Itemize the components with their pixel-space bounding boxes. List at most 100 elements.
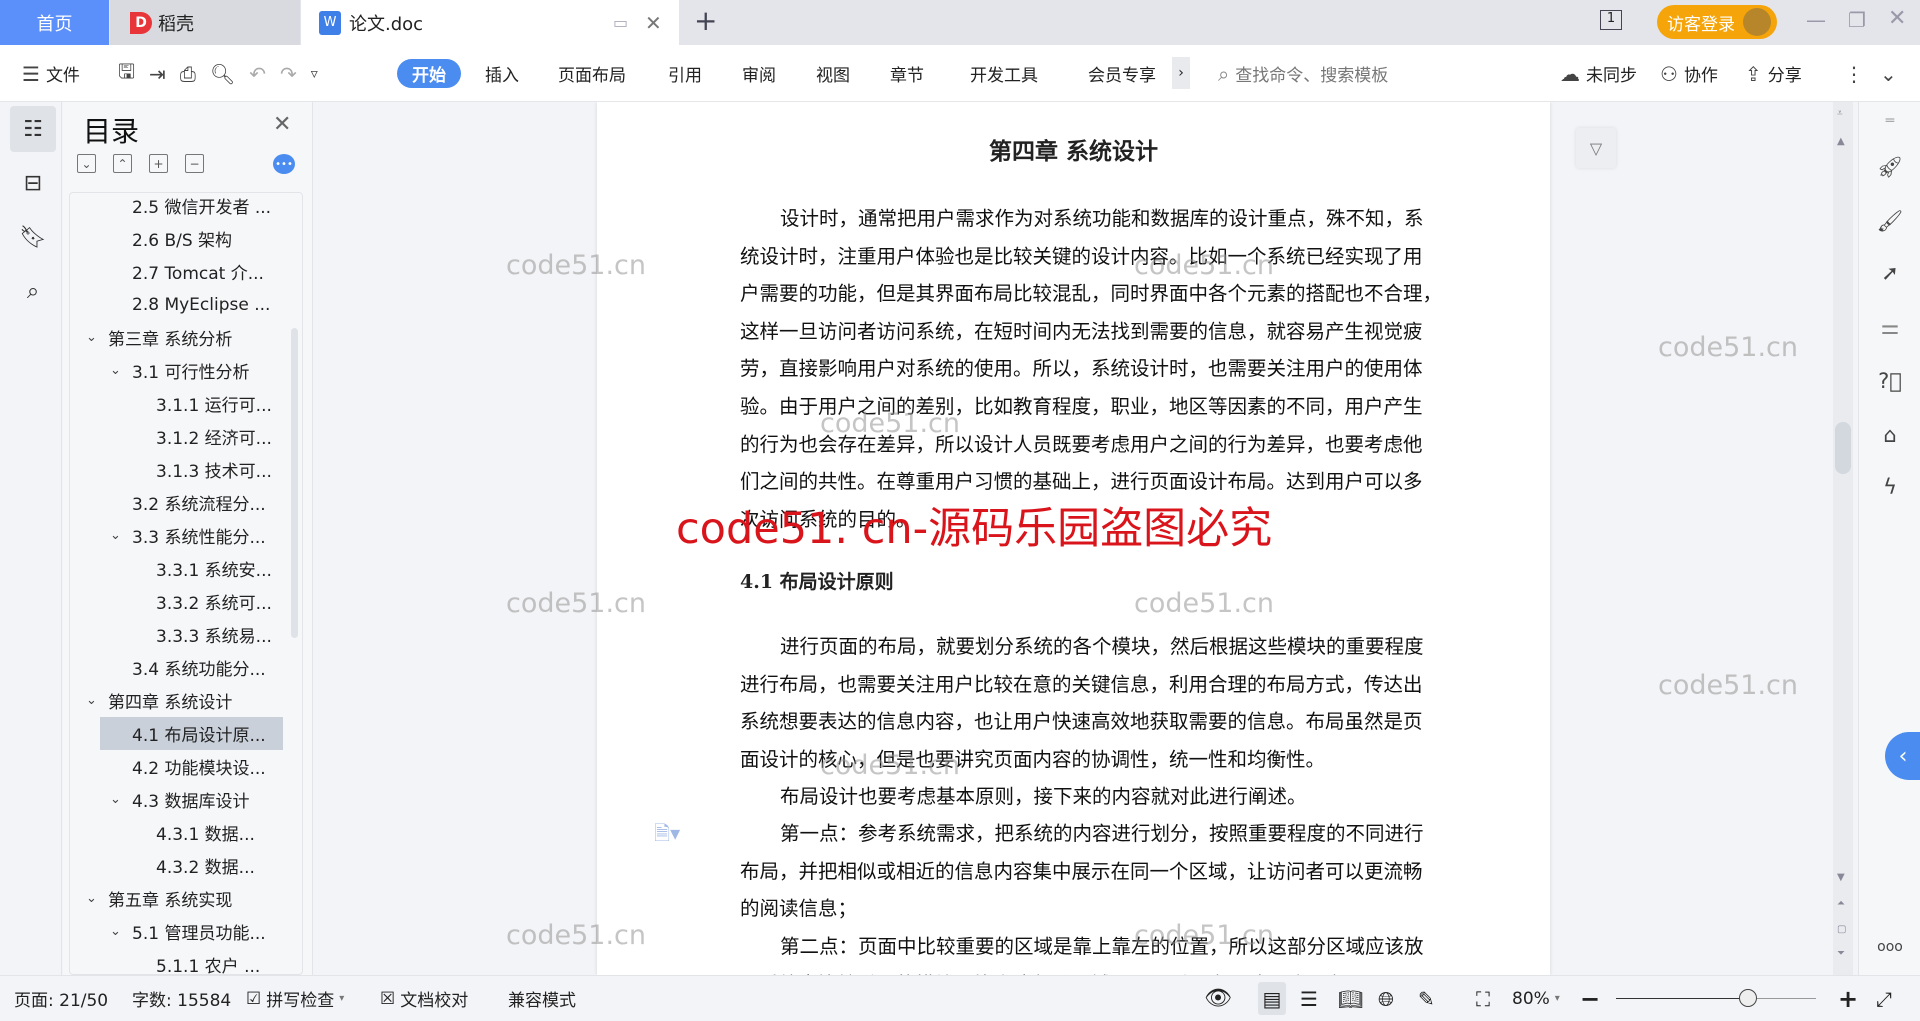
rocket-icon[interactable]: 🚀︎	[1875, 152, 1905, 182]
toc-item[interactable]: 5.1.1 农户 ...	[70, 948, 300, 974]
tab-daoke[interactable]: D 稻壳	[110, 0, 300, 45]
toc-item[interactable]: ⌄ 第四章 系统设计	[70, 684, 300, 717]
chevron-down-icon[interactable]: ⌄	[110, 792, 121, 807]
cursor-icon[interactable]: ➚	[1875, 258, 1905, 288]
scroll-down-icon[interactable]: ▼	[1837, 872, 1845, 883]
toc-item[interactable]: 3.1.1 运行可...	[70, 387, 300, 420]
toc-item[interactable]: 3.4 系统功能分...	[70, 651, 300, 684]
new-tab-button[interactable]: +	[694, 4, 717, 37]
tab-member[interactable]: 会员专享	[1088, 45, 1156, 102]
navigation-pane-icon[interactable]: ⊟	[10, 160, 56, 206]
outline-view-icon[interactable]: ☰	[1300, 976, 1318, 1021]
pin-window-icon[interactable]: ▭	[613, 13, 628, 32]
web-view-icon[interactable]: 🌐︎	[1378, 976, 1394, 1021]
tab-developer[interactable]: 开发工具	[970, 45, 1038, 102]
toc-item[interactable]: ⌄ 5.1 管理员功能...	[70, 915, 300, 948]
undo-icon[interactable]: ↶	[249, 62, 266, 86]
command-search-input[interactable]: ⌕ 查找命令、搜索模板	[1218, 45, 1388, 102]
close-icon[interactable]: ✕	[273, 112, 291, 137]
drag-handle-icon[interactable]: ═	[1875, 106, 1905, 136]
help-icon[interactable]: ?⃝	[1875, 366, 1905, 396]
chevron-down-icon[interactable]: ⌄	[110, 924, 121, 939]
toc-item[interactable]: ⌄ 4.3 数据库设计	[70, 783, 300, 816]
toc-item[interactable]: 4.3.1 数据...	[70, 816, 300, 849]
toc-item[interactable]: 2.6 B/S 架构	[70, 222, 300, 255]
zoom-dropdown[interactable]: 80% ▾	[1512, 976, 1560, 1021]
redo-icon[interactable]: ↷	[280, 62, 297, 86]
toc-item[interactable]: 3.2 系统流程分...	[70, 486, 300, 519]
vertical-scrollbar[interactable]: ⩡ ▲ ▼ ⏶ ▢ ⏷	[1833, 102, 1853, 975]
scrollbar-thumb[interactable]	[1835, 422, 1851, 474]
proofread-button[interactable]: ☒ 文档校对	[380, 976, 468, 1021]
tab-chapter[interactable]: 章节	[890, 45, 924, 102]
tab-references[interactable]: 引用	[668, 45, 702, 102]
select-browse-icon[interactable]: ▢	[1837, 924, 1846, 935]
tab-home[interactable]: 首页	[0, 0, 109, 45]
toc-item[interactable]: 4.2 功能模块设...	[70, 750, 300, 783]
toc-item[interactable]: 2.7 Tomcat 介...	[70, 255, 300, 288]
print-preview-icon[interactable]: 🔍︎	[210, 62, 235, 86]
brush-icon[interactable]: 🖌︎	[1875, 206, 1905, 236]
expand-panel-button[interactable]: ‹	[1885, 732, 1920, 780]
chevron-down-icon[interactable]: ⌄	[110, 528, 121, 543]
zoom-slider-handle[interactable]	[1739, 989, 1758, 1007]
chevron-down-icon[interactable]: ⌄	[86, 891, 97, 906]
page-view-icon[interactable]: ▤	[1258, 982, 1286, 1015]
zoom-slider[interactable]	[1616, 989, 1816, 1007]
toc-options-icon[interactable]: •••	[273, 154, 295, 174]
tab-review[interactable]: 审阅	[742, 45, 776, 102]
lightning-icon[interactable]: ϟ	[1875, 472, 1905, 502]
toc-item[interactable]: ⌄ 3.1 可行性分析	[70, 354, 300, 387]
collapse-up-icon[interactable]: ⌃	[113, 154, 132, 173]
export-icon[interactable]: ⇥	[149, 62, 166, 86]
chevron-down-icon[interactable]: ⌄	[86, 330, 97, 345]
tab-insert[interactable]: 插入	[485, 45, 519, 102]
zoom-in-button[interactable]: +	[1838, 976, 1858, 1021]
pen-icon[interactable]: ✎	[1418, 976, 1435, 1021]
toc-item[interactable]: 4.1 布局设计原...	[100, 717, 283, 750]
toc-item[interactable]: ⌄ 第五章 系统实现	[70, 882, 300, 915]
reading-view-icon[interactable]: 📖︎	[1338, 976, 1363, 1021]
tab-view[interactable]: 视图	[816, 45, 850, 102]
close-tab-icon[interactable]: ✕	[645, 11, 662, 35]
fit-page-icon[interactable]: ⛶	[1476, 976, 1490, 1021]
chevron-down-icon[interactable]: ⌄	[110, 363, 121, 378]
collapse-ribbon-icon[interactable]: ⌄	[1880, 45, 1897, 102]
minimize-icon[interactable]: —	[1806, 8, 1826, 32]
shop-icon[interactable]: ⌂	[1875, 420, 1905, 450]
toc-item[interactable]: 3.1.3 技术可...	[70, 453, 300, 486]
login-button[interactable]: 访客登录	[1657, 5, 1777, 39]
page-indicator[interactable]: 页面: 21/50	[14, 976, 108, 1021]
toc-item[interactable]: 3.1.2 经济可...	[70, 420, 300, 453]
page-count-icon[interactable]: 1	[1600, 10, 1622, 30]
toc-scrollbar[interactable]	[291, 328, 298, 638]
expand-down-icon[interactable]: ⌄	[77, 154, 96, 173]
share-button[interactable]: ⇪ 分享	[1745, 45, 1802, 102]
more-tabs-button[interactable]: ›	[1172, 57, 1190, 89]
scroll-top-icon[interactable]: ⩡	[1837, 108, 1843, 119]
toc-item[interactable]: ⌄ 第三章 系统分析	[70, 321, 300, 354]
bookmark-icon[interactable]: 🔖︎	[10, 214, 56, 260]
sync-button[interactable]: ☁ 未同步	[1560, 45, 1637, 102]
file-menu-button[interactable]: ☰ 文件	[22, 45, 80, 102]
more-options-icon[interactable]: ⋮	[1844, 45, 1864, 102]
restore-icon[interactable]: ❐	[1848, 8, 1866, 32]
toc-item[interactable]: 3.3.2 系统可...	[70, 585, 300, 618]
fullscreen-icon[interactable]: ⤢	[1876, 976, 1892, 1021]
word-count[interactable]: 字数: 15584	[132, 976, 231, 1021]
document-area[interactable]: 第四章 系统设计 4.1 布局设计原则 设计时，通常把用户需求作为对系统功能和数…	[314, 102, 1856, 975]
toc-item[interactable]: ⌄ 3.3 系统性能分...	[70, 519, 300, 552]
filter-dropdown-icon[interactable]: ▽	[1576, 128, 1616, 168]
toc-item[interactable]: 2.8 MyEclipse ...	[70, 288, 300, 321]
customize-dropdown-icon[interactable]: ▿	[311, 66, 318, 82]
chevron-down-icon[interactable]: ⌄	[86, 693, 97, 708]
tab-page-layout[interactable]: 页面布局	[558, 45, 626, 102]
spell-check-button[interactable]: ☑ 拼写检查 ▾	[246, 976, 344, 1021]
collaborate-button[interactable]: ⚇ 协作	[1660, 45, 1718, 102]
tab-start[interactable]: 开始	[397, 59, 461, 88]
remove-heading-icon[interactable]: −	[185, 154, 204, 173]
toc-item[interactable]: 2.5 微信开发者 ...	[70, 193, 300, 222]
toc-icon[interactable]: ☷	[10, 106, 56, 152]
scroll-up-icon[interactable]: ▲	[1837, 136, 1845, 147]
toc-item[interactable]: 3.3.1 系统安...	[70, 552, 300, 585]
